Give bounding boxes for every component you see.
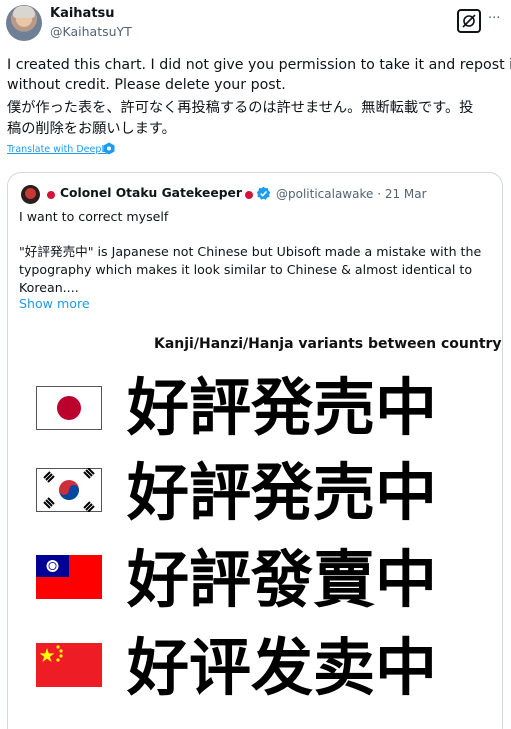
- post: Kaihatsu @KaihatsuYT ··· I created this …: [0, 0, 511, 729]
- author-avatar[interactable]: [6, 5, 42, 41]
- verified-badge-icon: [256, 186, 271, 200]
- quoted-text-line: "好評発売中" is Japanese not Chinese but Ubis…: [19, 244, 482, 259]
- quoted-post[interactable]: Colonel Otaku Gatekeeper @politicalawake…: [7, 172, 503, 729]
- post-text-line: without credit. Please delete your post.: [7, 77, 286, 93]
- japan-flag-emoji-icon: [245, 191, 253, 199]
- grok-icon[interactable]: [457, 9, 481, 33]
- variant-row: 好評発売中: [9, 366, 502, 456]
- china-flag-icon: [36, 643, 102, 687]
- taiwan-flag-icon: [36, 555, 102, 599]
- show-more-link[interactable]: Show more: [19, 296, 90, 311]
- variant-row: 好評発売中: [9, 456, 502, 546]
- traditional-chinese-characters: 好評發賣中: [127, 543, 438, 616]
- korean-characters: 好評発売中: [127, 456, 438, 529]
- quoted-author-name[interactable]: Colonel Otaku Gatekeeper: [60, 186, 242, 200]
- japan-flag-emoji-icon: [47, 191, 55, 199]
- quoted-author-avatar[interactable]: [21, 185, 40, 204]
- author-name[interactable]: Kaihatsu: [50, 6, 115, 21]
- variant-row: 好评发卖中: [9, 631, 502, 721]
- south-korea-flag-icon: [36, 468, 102, 512]
- post-text-line: I created this chart. I did not give you…: [7, 57, 511, 73]
- image-title: Kanji/Hanzi/Hanja variants between count…: [154, 336, 502, 352]
- translate-link[interactable]: Translate with DeepL: [7, 144, 107, 155]
- quoted-text-line: I want to correct myself: [19, 209, 169, 224]
- quoted-author-handle-date[interactable]: @politicalawake · 21 Mar: [276, 187, 427, 201]
- attached-image[interactable]: Kanji/Hanzi/Hanja variants between count…: [9, 323, 502, 729]
- japan-flag-icon: [36, 386, 102, 430]
- japanese-characters: 好評発売中: [127, 371, 438, 444]
- quoted-text-line: Korean....: [19, 280, 79, 295]
- quoted-text-line: typography which makes it look similar t…: [19, 262, 473, 277]
- author-handle[interactable]: @KaihatsuYT: [50, 24, 132, 39]
- deepl-icon[interactable]: [103, 142, 115, 155]
- variant-row: 好評發賣中: [9, 543, 502, 633]
- simplified-chinese-characters: 好评发卖中: [127, 631, 438, 704]
- post-text-line: 稿の削除をお願いします。: [7, 121, 176, 137]
- more-options-icon[interactable]: ···: [488, 11, 500, 26]
- post-text-line: 僕が作った表を、許可なく再投稿するのは許せません。無断転載です。投: [7, 100, 474, 116]
